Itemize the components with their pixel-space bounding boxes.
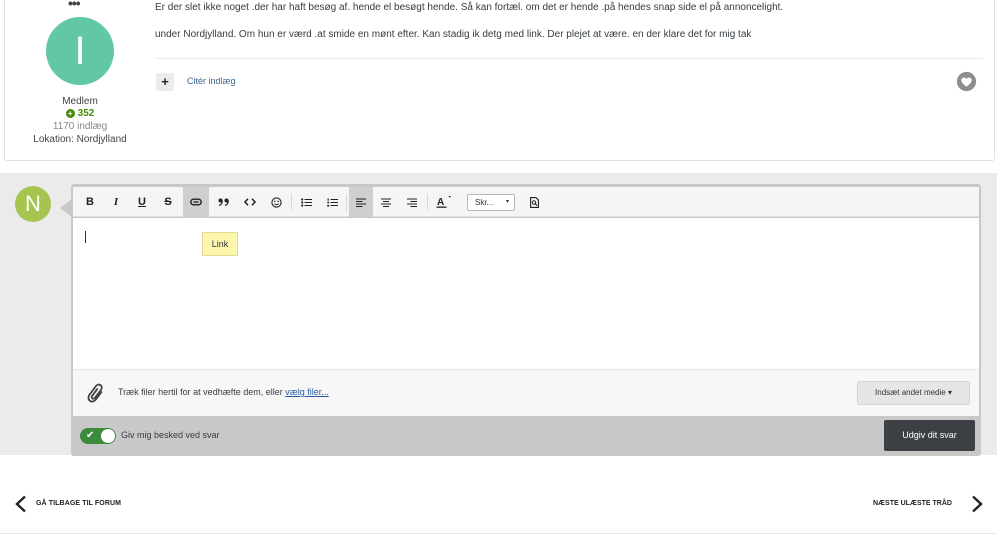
- quote-post-link[interactable]: Citér indlæg: [187, 76, 236, 86]
- attachment-instructions: Træk filer hertil for at vedhæfte dem, e…: [118, 387, 329, 397]
- emoji-button[interactable]: [265, 187, 287, 217]
- bullet-list-icon: [300, 197, 312, 207]
- notify-toggle[interactable]: ✔: [80, 428, 116, 444]
- text-color-icon: A: [436, 196, 451, 208]
- author-reputation: +352: [5, 108, 155, 119]
- reputation-value: 352: [77, 108, 95, 119]
- add-quote-button[interactable]: +: [156, 73, 174, 91]
- toolbar-separator: [427, 194, 428, 210]
- reply-editor: B I U S A Skr... ▾ Link Træk filer herti…: [71, 184, 981, 456]
- text-color-button[interactable]: A: [431, 187, 457, 217]
- toggle-knob: [101, 429, 115, 443]
- footer-divider: [0, 533, 997, 534]
- next-unread-label: NÆSTE ULÆSTE TRÅD: [873, 500, 952, 507]
- author-post-count: 1170 indlæg: [52, 121, 108, 132]
- code-button[interactable]: [239, 187, 261, 217]
- next-unread-thread-link[interactable]: NÆSTE ULÆSTE TRÅD: [873, 495, 985, 513]
- bullet-list-button[interactable]: [295, 187, 317, 217]
- font-select-value: Skr...: [475, 198, 494, 207]
- post-author-panel: ••• I Medlem +352 1170 indlæg Lokation: …: [5, 0, 145, 160]
- author-avatar[interactable]: I: [46, 17, 114, 85]
- preview-icon: [529, 196, 539, 208]
- link-button[interactable]: [183, 187, 209, 217]
- code-icon: [243, 198, 257, 206]
- reply-section: N B I U S A Skr... ▾ Link Træk filer her…: [0, 173, 997, 456]
- post-paragraph: under Nordjylland. Om hun er værd .at sm…: [155, 29, 752, 40]
- back-to-forum-label: GÅ TILBAGE TIL FORUM: [36, 500, 122, 507]
- chevron-left-icon: [15, 495, 26, 513]
- align-left-button[interactable]: [349, 187, 373, 217]
- align-center-icon: [381, 198, 391, 207]
- insert-media-button[interactable]: Indsæt andet medie ▾: [857, 381, 970, 405]
- publish-reply-button[interactable]: Udgiv dit svar: [884, 420, 975, 451]
- underline-button[interactable]: U: [131, 187, 153, 217]
- align-left-icon: [356, 198, 366, 207]
- author-role: Medlem: [62, 96, 98, 107]
- author-location: Lokation: Nordjylland: [33, 134, 127, 145]
- align-right-button[interactable]: [401, 187, 423, 217]
- reputation-plus-icon: +: [65, 109, 75, 118]
- toolbar-separator: [291, 194, 292, 210]
- heart-icon[interactable]: [956, 71, 977, 92]
- attachment-bar: Træk filer hertil for at vedhæfte dem, e…: [73, 369, 979, 416]
- editor-toolbar: B I U S A Skr... ▾: [73, 187, 979, 217]
- link-tooltip: Link: [202, 232, 238, 256]
- attachment-text: Træk filer hertil for at vedhæfte dem, e…: [118, 387, 283, 397]
- chevron-right-icon: [972, 495, 983, 513]
- post-divider: [155, 58, 983, 59]
- choose-files-link[interactable]: vælg filer...: [285, 387, 329, 397]
- notify-label: Giv mig besked ved svar: [121, 430, 220, 440]
- link-icon: [190, 198, 202, 206]
- preview-button[interactable]: [523, 187, 545, 217]
- strikethrough-button[interactable]: S: [157, 187, 179, 217]
- align-center-button[interactable]: [375, 187, 397, 217]
- bold-button[interactable]: B: [79, 187, 101, 217]
- font-select[interactable]: Skr... ▾: [467, 194, 515, 211]
- check-icon: ✔: [86, 430, 95, 441]
- current-user-avatar[interactable]: N: [15, 186, 51, 222]
- numbered-list-icon: [326, 198, 338, 207]
- smiley-icon: [270, 196, 282, 208]
- svg-text:A: A: [437, 197, 444, 208]
- toolbar-separator: [346, 194, 347, 210]
- italic-button[interactable]: I: [105, 187, 127, 217]
- numbered-list-button[interactable]: [321, 187, 343, 217]
- align-right-icon: [407, 198, 417, 207]
- chevron-down-icon: ▾: [505, 199, 509, 205]
- text-cursor: [85, 231, 86, 243]
- paperclip-icon: [87, 383, 103, 403]
- quote-button[interactable]: [213, 187, 235, 217]
- forum-post: ••• I Medlem +352 1170 indlæg Lokation: …: [4, 0, 995, 161]
- more-options-icon[interactable]: •••: [68, 0, 80, 6]
- quote-icon: [218, 198, 229, 207]
- post-paragraph: Er der slet ikke noget .der har haft bes…: [155, 2, 784, 13]
